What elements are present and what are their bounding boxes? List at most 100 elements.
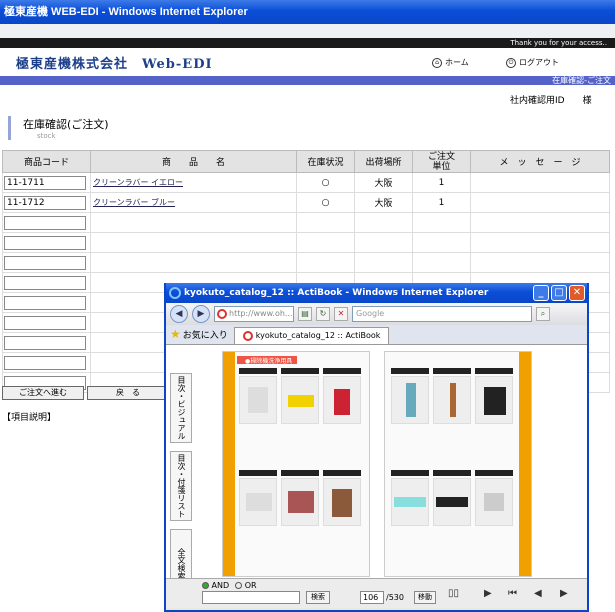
code-input[interactable] — [4, 295, 86, 310]
product-thumb — [281, 478, 319, 526]
logout-label: ログアウト — [519, 58, 559, 67]
stop-icon[interactable]: ✕ — [334, 307, 348, 321]
order-unit: 1 — [412, 172, 471, 193]
address-text: http://www.oh... — [229, 309, 293, 318]
page-number-input[interactable]: 106 — [360, 591, 384, 604]
stock-status: ○ — [296, 172, 355, 193]
search-button[interactable]: 検索 — [306, 591, 330, 604]
close-icon[interactable]: ✕ — [569, 285, 585, 301]
tab-catalog[interactable]: kyokuto_catalog_12 :: ActiBook — [233, 327, 390, 344]
pages-icon[interactable]: ▯▯ — [448, 588, 459, 599]
forward-icon[interactable]: ▶ — [192, 305, 210, 323]
product-thumb — [239, 478, 277, 526]
site-logo: 極東産機株式会社 Web-EDI — [16, 57, 213, 72]
address-bar[interactable]: http://www.oh... — [214, 306, 294, 322]
catalog-page-right[interactable] — [384, 351, 532, 577]
site-icon — [217, 309, 227, 319]
col-place: 出荷場所 — [354, 150, 413, 173]
maximize-icon[interactable]: □ — [551, 285, 567, 301]
page-title: 在庫確認(ご注文) — [23, 118, 109, 131]
code-input[interactable] — [4, 235, 86, 250]
home-link[interactable]: ⌂ ホーム — [432, 57, 469, 68]
viewer-bottom-bar: AND OR 検索 106 /530 移動 ▯▯ ▶ ⏮ ◀ ▶ — [166, 578, 587, 608]
page-total: /530 — [386, 593, 404, 602]
col-code: 商品コード — [2, 150, 91, 173]
home-icon: ⌂ — [432, 57, 442, 68]
search-mode: AND OR — [202, 581, 257, 590]
back-button[interactable]: 戻 る — [87, 386, 169, 400]
tab-site-icon — [242, 331, 253, 341]
sidetab-visual[interactable]: 目次・ビジュアル — [170, 373, 192, 443]
table-header-row: 商品コード 商 品 名 在庫状況 出荷場所 ご注文 単位 メ ッ セ ー ジ — [2, 150, 610, 173]
section-strip: 在庫確認-ご注文 — [0, 76, 615, 85]
ship-place: 大阪 — [354, 192, 413, 213]
product-thumb — [323, 478, 361, 526]
logout-icon: ⏻ — [506, 57, 516, 68]
col-message: メ ッ セ ー ジ — [470, 150, 610, 173]
tab-row: ★ お気に入り kyokuto_catalog_12 :: ActiBook — [166, 325, 587, 345]
site-header: 極東産機株式会社 Web-EDI ⌂ ホーム ⏻ ログアウト — [0, 48, 615, 76]
home-label: ホーム — [445, 58, 469, 67]
prev-page-icon[interactable]: ◀ — [534, 588, 542, 599]
next-page-icon[interactable]: ▶ — [484, 588, 492, 599]
search-box[interactable]: Google — [352, 306, 532, 322]
table-row-empty — [2, 232, 610, 253]
move-button[interactable]: 移動 — [414, 591, 436, 604]
search-icon[interactable]: ⌕ — [536, 307, 550, 321]
minimize-icon[interactable]: _ — [533, 285, 549, 301]
window-title: 極東産機 WEB-EDI - Windows Internet Explorer — [4, 6, 248, 18]
product-link[interactable]: クリーンラバー イエロー — [93, 178, 183, 187]
product-thumb — [475, 376, 513, 424]
top-thanks-bar: Thank you for your access.. — [0, 38, 615, 48]
code-input[interactable] — [4, 335, 86, 350]
or-radio[interactable]: OR — [235, 581, 257, 590]
table-row: 11-1712 クリーンラバー ブルー ○ 大阪 1 — [2, 192, 610, 213]
window-buttons: _ □ ✕ — [533, 285, 585, 301]
product-thumb — [323, 376, 361, 424]
order-button[interactable]: ご注文へ進む — [2, 386, 84, 400]
tab-label: kyokuto_catalog_12 :: ActiBook — [255, 331, 381, 340]
product-link[interactable]: クリーンラバー ブルー — [93, 198, 175, 207]
table-row-empty — [2, 212, 610, 233]
code-input[interactable]: 11-1712 — [4, 195, 86, 210]
browser-toolbar-band — [0, 24, 615, 38]
col-status: 在庫状況 — [296, 150, 355, 173]
and-radio[interactable]: AND — [202, 581, 229, 590]
logout-link[interactable]: ⏻ ログアウト — [506, 57, 559, 68]
first-page-icon[interactable]: ⏮ — [508, 588, 517, 599]
product-thumb — [433, 376, 471, 424]
table-row-empty — [2, 252, 610, 273]
star-icon: ★ — [170, 327, 181, 341]
explanation-heading: 【項目説明】 — [2, 413, 57, 423]
product-thumb — [433, 478, 471, 526]
code-input[interactable] — [4, 355, 86, 370]
section-strip-label: 在庫確認-ご注文 — [552, 76, 611, 85]
product-thumb — [239, 376, 277, 424]
message — [470, 192, 610, 213]
page-subtitle: stock — [37, 132, 56, 140]
code-input[interactable] — [4, 275, 86, 290]
code-input[interactable]: 11-1711 — [4, 175, 86, 190]
last-page-icon[interactable]: ▶ — [560, 588, 568, 599]
refresh-icon[interactable]: ↻ — [316, 307, 330, 321]
col-name: 商 品 名 — [90, 150, 297, 173]
catalog-page-left[interactable]: ●掃除機洗浄用具 — [222, 351, 370, 577]
compat-icon[interactable]: ▤ — [298, 307, 312, 321]
table-row: 11-1711 クリーンラバー イエロー ○ 大阪 1 — [2, 172, 610, 193]
thanks-text: Thank you for your access.. — [510, 39, 607, 47]
col-unit: ご注文 単位 — [412, 150, 471, 173]
message — [470, 172, 610, 193]
back-icon[interactable]: ◀ — [170, 305, 188, 323]
product-thumb — [391, 376, 429, 424]
product-thumb — [475, 478, 513, 526]
address-row: ◀ ▶ http://www.oh... ▤ ↻ ✕ Google ⌕ — [166, 303, 587, 325]
sidetab-list[interactable]: 目次・付箋リスト — [170, 451, 192, 521]
user-info: 社内確認用ID 様 — [510, 96, 592, 106]
code-input[interactable] — [4, 215, 86, 230]
favorites-label: お気に入り — [182, 330, 228, 341]
code-input[interactable] — [4, 255, 86, 270]
code-input[interactable] — [4, 315, 86, 330]
page-title-block: 在庫確認(ご注文) stock — [8, 116, 109, 140]
fulltext-search-input[interactable] — [202, 591, 300, 604]
favorites-button[interactable]: ★ お気に入り — [170, 327, 228, 344]
